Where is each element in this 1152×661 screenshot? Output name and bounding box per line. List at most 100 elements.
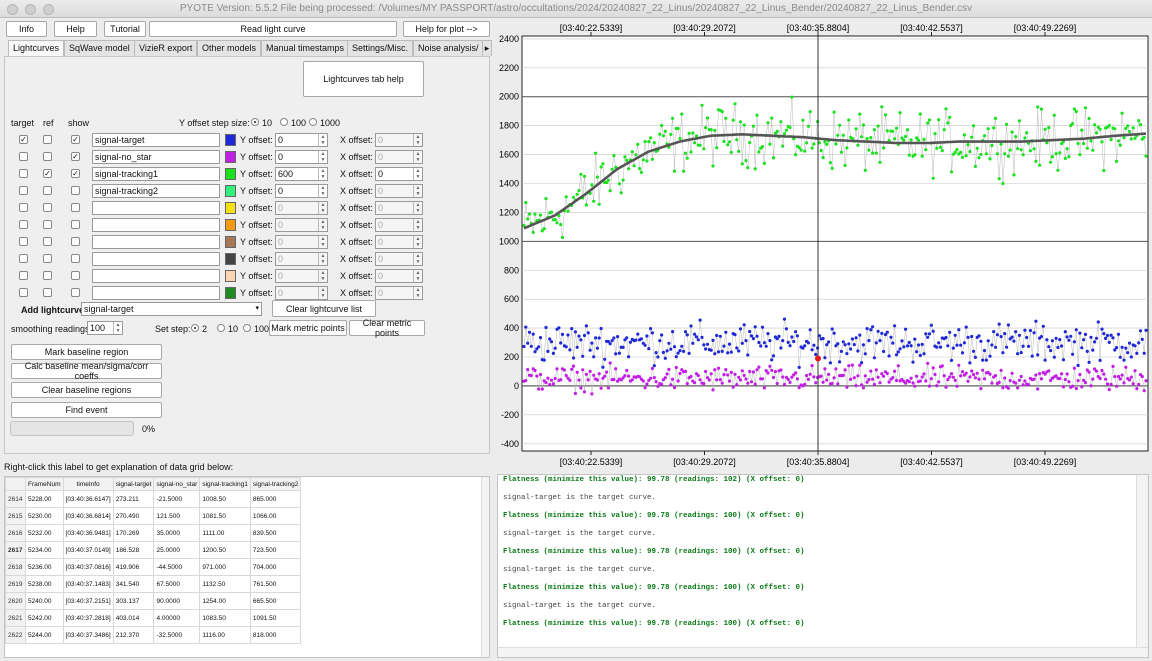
show-checkbox[interactable] (71, 254, 80, 263)
grid-cell[interactable]: 270.490 (112, 507, 155, 525)
grid-cell[interactable]: [03:40:37.2151] (62, 592, 114, 610)
target-checkbox[interactable] (19, 203, 28, 212)
x-offset-spinner[interactable]: 0 ▲ ▼ (375, 218, 423, 232)
x-offset-spinner[interactable]: 0 ▲ ▼ (375, 286, 423, 300)
grid-cell[interactable]: 341.540 (112, 575, 155, 593)
grid-cell[interactable]: 5234.00 (25, 541, 64, 559)
x-offset-spinner[interactable]: 0 ▲ ▼ (375, 252, 423, 266)
grid-cell[interactable]: 403.014 (112, 609, 155, 627)
ref-checkbox[interactable] (43, 271, 52, 280)
ref-checkbox[interactable] (43, 186, 52, 195)
grid-scrollbar[interactable] (481, 477, 489, 657)
spinner-arrows-icon[interactable]: ▲ ▼ (318, 287, 327, 299)
grid-cell[interactable]: 419.906 (112, 558, 155, 576)
grid-cell[interactable]: 5228.00 (25, 490, 64, 508)
target-checkbox[interactable] (19, 152, 28, 161)
grid-cell[interactable]: 5244.00 (25, 626, 64, 644)
read-light-curve-button[interactable]: Read light curve (149, 21, 397, 37)
mark-metric-points-button[interactable]: Mark metric points (269, 320, 347, 336)
y-offset-spinner[interactable]: 0 ▲ ▼ (275, 269, 328, 283)
target-checkbox[interactable] (19, 254, 28, 263)
grid-cell[interactable]: 1081.50 (199, 507, 251, 525)
tab-manual-timestamps[interactable]: Manual timestamps (261, 40, 350, 56)
curve-color-swatch[interactable] (225, 134, 236, 146)
spinner-arrows-icon[interactable]: ▲ ▼ (413, 134, 422, 146)
spinner-arrows-icon[interactable]: ▲ ▼ (413, 185, 422, 197)
grid-cell[interactable]: 1116.00 (199, 626, 251, 644)
grid-cell[interactable]: 90.0000 (153, 592, 201, 610)
target-checkbox[interactable] (19, 288, 28, 297)
row-number[interactable]: 2618 (5, 558, 26, 576)
curve-name-field[interactable]: signal-tracking2 (92, 184, 220, 198)
grid-cell[interactable]: 1132.50 (199, 575, 251, 593)
curve-name-field[interactable] (92, 269, 220, 283)
spinner-arrows-icon[interactable]: ▲ ▼ (413, 287, 422, 299)
grid-column-header[interactable]: signal-no_star (153, 477, 201, 491)
spinner-arrows-icon[interactable]: ▲ ▼ (318, 134, 327, 146)
x-offset-spinner[interactable]: 0 ▲ ▼ (375, 269, 423, 283)
table-row[interactable]: 2618 5236.00 [03:40:37.0816] 419.906 -44.500… (5, 558, 302, 576)
lightcurves-tab-help-button[interactable]: Lightcurves tab help (303, 61, 424, 97)
table-row[interactable]: 2614 5228.00 [03:40:36.6147] 273.211 -21.500… (5, 490, 302, 508)
add-lightcurve-select[interactable]: signal-target ▾ (81, 302, 262, 316)
grid-cell[interactable]: [03:40:37.2818] (62, 609, 114, 627)
x-offset-spinner[interactable]: 0 ▲ ▼ (375, 201, 423, 215)
grid-cell[interactable]: 25.0000 (153, 541, 201, 559)
grid-cell[interactable]: 35.0000 (153, 524, 201, 542)
info-button[interactable]: Info (6, 21, 47, 37)
spinner-arrows-icon[interactable]: ▲ ▼ (413, 270, 422, 282)
grid-cell[interactable]: 212.370 (112, 626, 155, 644)
data-grid[interactable]: FrameNum timeInfo signal-target signal-no_s… (4, 476, 490, 658)
grid-cell[interactable]: 839.500 (249, 524, 302, 542)
grid-cell[interactable]: 1083.50 (199, 609, 251, 627)
curve-color-swatch[interactable] (225, 185, 236, 197)
grid-cell[interactable]: 5240.00 (25, 592, 64, 610)
curve-color-swatch[interactable] (225, 270, 236, 282)
show-checkbox[interactable] (71, 203, 80, 212)
grid-cell[interactable]: 1254.00 (199, 592, 251, 610)
target-checkbox[interactable] (19, 220, 28, 229)
y-offset-step-radio-100[interactable] (280, 118, 288, 126)
grid-cell[interactable]: 1008.50 (199, 490, 251, 508)
grid-cell[interactable]: 5236.00 (25, 558, 64, 576)
y-offset-spinner[interactable]: 0 ▲ ▼ (275, 252, 328, 266)
table-row[interactable]: 2620 5240.00 [03:40:37.2151] 303.137 90.0000… (5, 592, 302, 610)
table-row[interactable]: 2619 5238.00 [03:40:37.1483] 341.540 67.5000… (5, 575, 302, 593)
lightcurve-plot[interactable]: -400 -200 0 200 400 600 800 1000 1200 1400 1600 180… (496, 22, 1152, 467)
ref-checkbox[interactable] (43, 203, 52, 212)
curve-name-field[interactable] (92, 286, 220, 300)
grid-cell[interactable]: 1200.50 (199, 541, 251, 559)
curve-color-swatch[interactable] (225, 236, 236, 248)
grid-cell[interactable]: [03:40:36.6147] (62, 490, 114, 508)
spinner-arrows-icon[interactable]: ▲ ▼ (318, 202, 327, 214)
x-offset-spinner[interactable]: 0 ▲ ▼ (375, 150, 423, 164)
curve-name-field[interactable]: signal-tracking1 (92, 167, 220, 181)
log-vertical-scrollbar[interactable] (1136, 475, 1148, 657)
grid-column-header[interactable]: signal-tracking2 (249, 477, 302, 491)
spinner-arrows-icon[interactable]: ▲ ▼ (318, 270, 327, 282)
grid-cell[interactable]: 4.00000 (153, 609, 201, 627)
ref-checkbox[interactable] (43, 152, 52, 161)
row-number[interactable]: 2615 (5, 507, 26, 525)
smoothing-readings-spinner[interactable]: 100 ▲ ▼ (87, 321, 123, 335)
data-grid-table[interactable]: FrameNum timeInfo signal-target signal-no_s… (5, 477, 302, 644)
y-offset-spinner[interactable]: 0 ▲ ▼ (275, 286, 328, 300)
curve-color-swatch[interactable] (225, 151, 236, 163)
row-number[interactable]: 2622 (5, 626, 26, 644)
grid-cell[interactable]: 170.269 (112, 524, 155, 542)
row-number[interactable]: 2614 (5, 490, 26, 508)
grid-cell[interactable]: 971.000 (199, 558, 251, 576)
grid-cell[interactable]: [03:40:37.0816] (62, 558, 114, 576)
clear-baseline-regions-button[interactable]: Clear baseline regions (11, 382, 162, 398)
grid-cell[interactable]: 665.500 (249, 592, 302, 610)
y-offset-spinner[interactable]: 0 ▲ ▼ (275, 235, 328, 249)
show-checkbox[interactable]: ✓ (71, 152, 80, 161)
grid-cell[interactable]: -32.5000 (153, 626, 201, 644)
tab-settings-misc[interactable]: Settings/Misc. (347, 40, 414, 56)
grid-cell[interactable]: -44.5000 (153, 558, 201, 576)
spinner-arrows-icon[interactable]: ▲ ▼ (413, 151, 422, 163)
grid-cell[interactable]: 1111.00 (199, 524, 251, 542)
spinner-arrows-icon[interactable]: ▲ ▼ (318, 185, 327, 197)
row-number[interactable]: 2616 (5, 524, 26, 542)
tab-vizier-export[interactable]: VizieR export (134, 40, 198, 56)
